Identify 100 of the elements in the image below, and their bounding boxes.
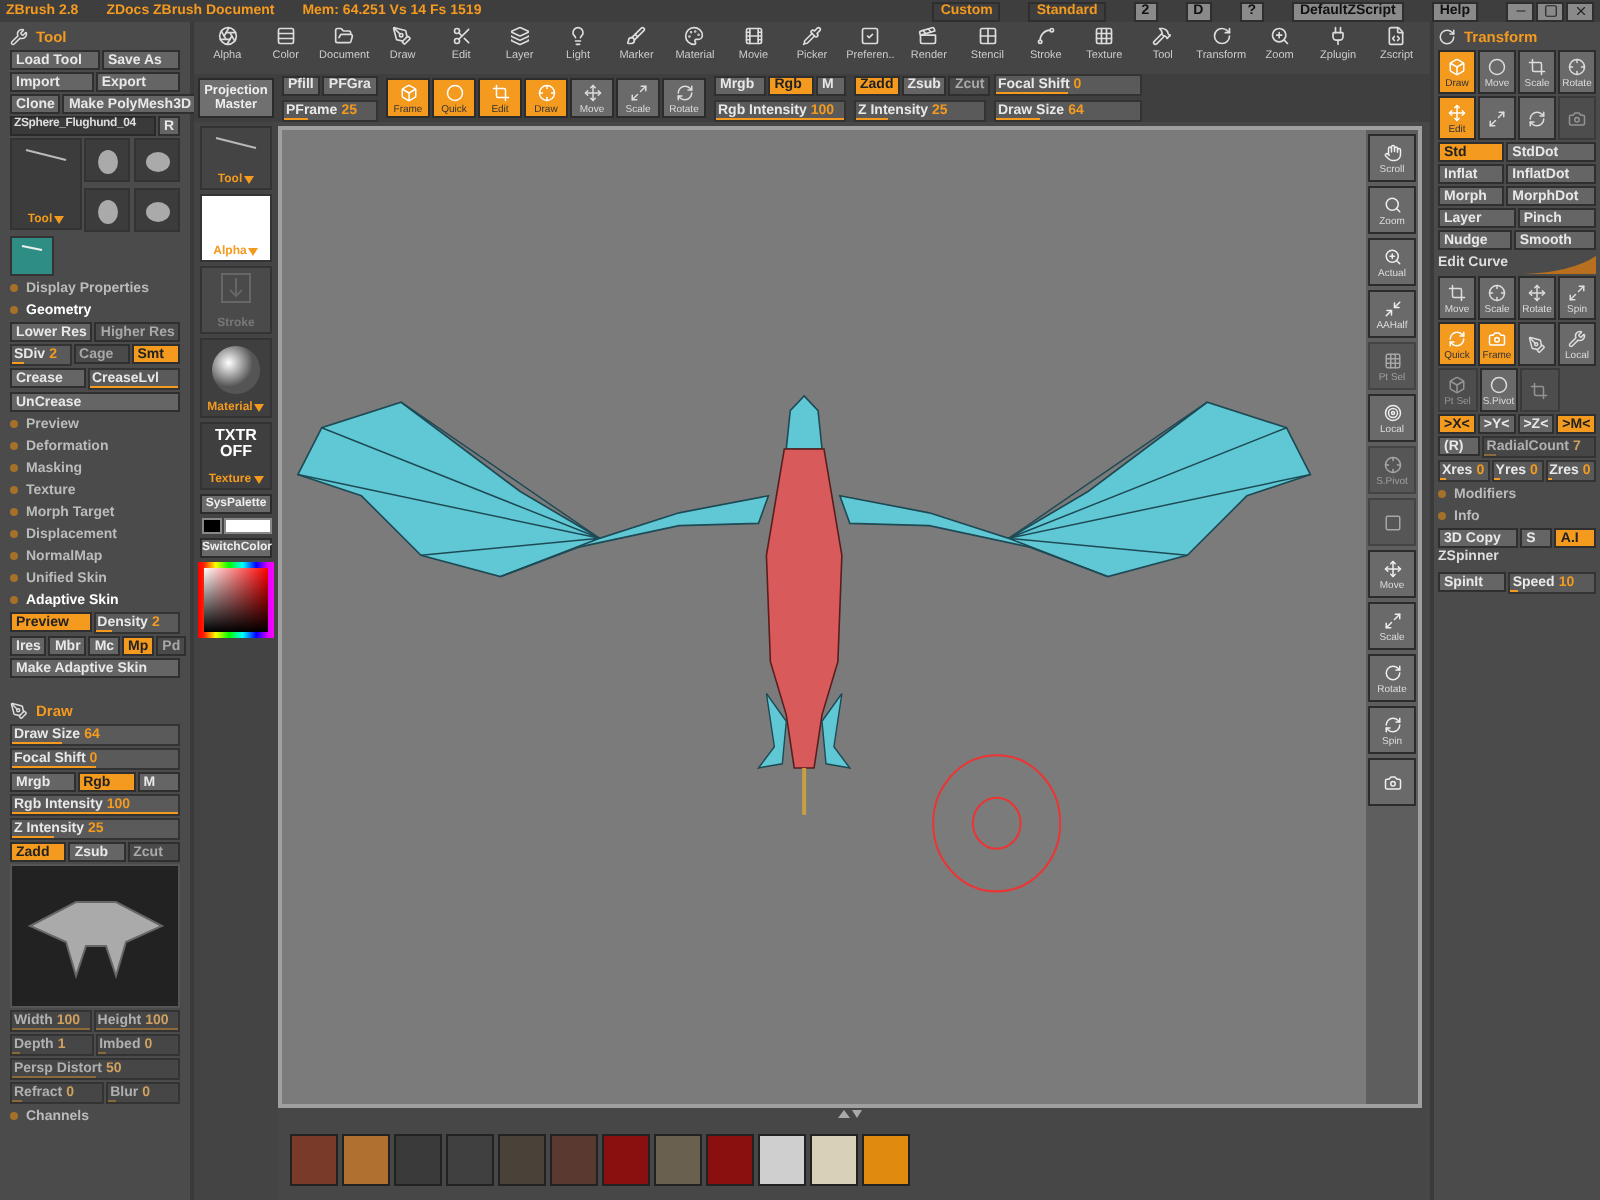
crosshair-icon — [537, 83, 555, 101]
camera-icon — [1488, 329, 1506, 347]
maximize-icon — [1543, 4, 1557, 18]
folder-icon — [334, 26, 355, 46]
square-icon — [1383, 514, 1401, 532]
aperture-icon — [217, 26, 238, 46]
plugin-thumbnail[interactable] — [654, 1134, 702, 1186]
tool-button[interactable] — [1478, 96, 1516, 140]
zoom-icon — [1269, 26, 1290, 46]
rotate-icon — [1528, 110, 1546, 128]
pen-icon — [392, 26, 413, 46]
circle-icon — [1489, 375, 1508, 393]
palette-icon — [684, 26, 705, 46]
circle-icon — [445, 83, 463, 101]
plugin-thumbnail[interactable] — [810, 1134, 858, 1186]
rotate-icon — [1211, 26, 1232, 46]
pipette-icon — [801, 26, 822, 46]
tool-button[interactable] — [1518, 96, 1556, 140]
minimize-button[interactable] — [1506, 1, 1534, 21]
plugin-thumbnail[interactable] — [602, 1134, 650, 1186]
caret-icon — [54, 216, 65, 224]
checkbox-icon — [860, 26, 881, 46]
grid-icon — [977, 26, 998, 46]
layers-icon — [509, 26, 530, 46]
plugin-thumbnail[interactable] — [342, 1134, 390, 1186]
primitive-shape-icon — [143, 197, 171, 225]
circle-icon — [1488, 57, 1506, 75]
plugin-thumbnail[interactable] — [446, 1134, 494, 1186]
caret-icon — [244, 176, 255, 184]
camera-icon — [1383, 774, 1401, 792]
scale-icon — [1383, 611, 1401, 629]
move-icon — [1448, 103, 1466, 121]
spline-icon — [1035, 26, 1056, 46]
crosshair-icon — [1488, 283, 1506, 301]
caret-icon — [254, 404, 265, 412]
file-code-icon — [1386, 26, 1407, 46]
crop-icon — [1530, 382, 1549, 400]
tool-thumbnail[interactable] — [134, 188, 180, 232]
tool-thumbnail[interactable] — [134, 138, 180, 182]
plugin-thumbnail[interactable] — [394, 1134, 442, 1186]
cube-icon — [399, 83, 417, 101]
main-color-swatch[interactable] — [201, 518, 221, 534]
shrink-icon — [1383, 299, 1401, 317]
secondary-color-swatch[interactable] — [223, 518, 271, 534]
plug-icon — [1328, 26, 1349, 46]
rows-icon — [275, 26, 296, 46]
canvas-tool-button[interactable] — [1368, 758, 1416, 806]
tool-thumbnail[interactable] — [10, 236, 54, 276]
arrow-down-icon — [220, 272, 252, 304]
grid-icon — [1094, 26, 1115, 46]
cube-icon — [1448, 375, 1467, 393]
hammer-icon — [1152, 26, 1173, 46]
close-button[interactable] — [1566, 1, 1594, 21]
scale-icon — [629, 83, 647, 101]
tool-thumbnail[interactable] — [84, 138, 130, 182]
primitive-shape-icon — [143, 147, 171, 175]
lightbulb-icon — [568, 26, 589, 46]
cube-icon — [1448, 57, 1466, 75]
plugin-thumbnail[interactable] — [706, 1134, 754, 1186]
crosshair-icon — [1568, 57, 1586, 75]
rotate-icon — [675, 83, 693, 101]
move-icon — [1383, 559, 1401, 577]
maximize-button[interactable] — [1536, 1, 1564, 21]
primitive-shape-icon — [93, 147, 121, 175]
plugin-thumbnail[interactable] — [290, 1134, 338, 1186]
primitive-shape-icon — [93, 197, 121, 225]
grid-icon — [1383, 351, 1401, 369]
plugin-thumbnail[interactable] — [550, 1134, 598, 1186]
rotate-icon — [1438, 27, 1456, 45]
film-icon — [743, 26, 764, 46]
wrench-icon — [1568, 329, 1586, 347]
tool-thumbnail[interactable] — [84, 188, 130, 232]
zsphere-model-icon — [212, 132, 260, 152]
scissors-icon — [451, 26, 472, 46]
plugin-thumbnail[interactable] — [758, 1134, 806, 1186]
brush-cursor-icon — [932, 754, 1062, 893]
scale-icon — [1568, 283, 1586, 301]
crop-icon — [1448, 283, 1466, 301]
zsphere-model-icon — [22, 144, 70, 164]
zoom-icon — [1383, 247, 1401, 265]
spin-icon — [1383, 715, 1401, 733]
pen-icon — [1528, 336, 1546, 354]
pen-icon — [10, 701, 28, 719]
move-icon — [1528, 283, 1546, 301]
color-picker[interactable] — [198, 562, 274, 638]
minimize-icon — [1513, 4, 1527, 18]
zsphere-model-icon — [18, 242, 46, 254]
sphere-icon — [210, 344, 262, 396]
tool-icon — [10, 27, 28, 45]
clapperboard-icon — [918, 26, 939, 46]
plugin-thumbnail[interactable] — [498, 1134, 546, 1186]
rotate-icon — [1448, 329, 1466, 347]
close-icon — [1573, 4, 1587, 18]
crop-icon — [491, 83, 509, 101]
hand-icon — [1383, 143, 1401, 161]
plugin-thumbnail[interactable] — [862, 1134, 910, 1186]
brush-icon — [626, 26, 647, 46]
rotate-icon — [1383, 663, 1401, 681]
tool-button[interactable] — [1518, 322, 1556, 366]
crop-icon — [1528, 57, 1546, 75]
